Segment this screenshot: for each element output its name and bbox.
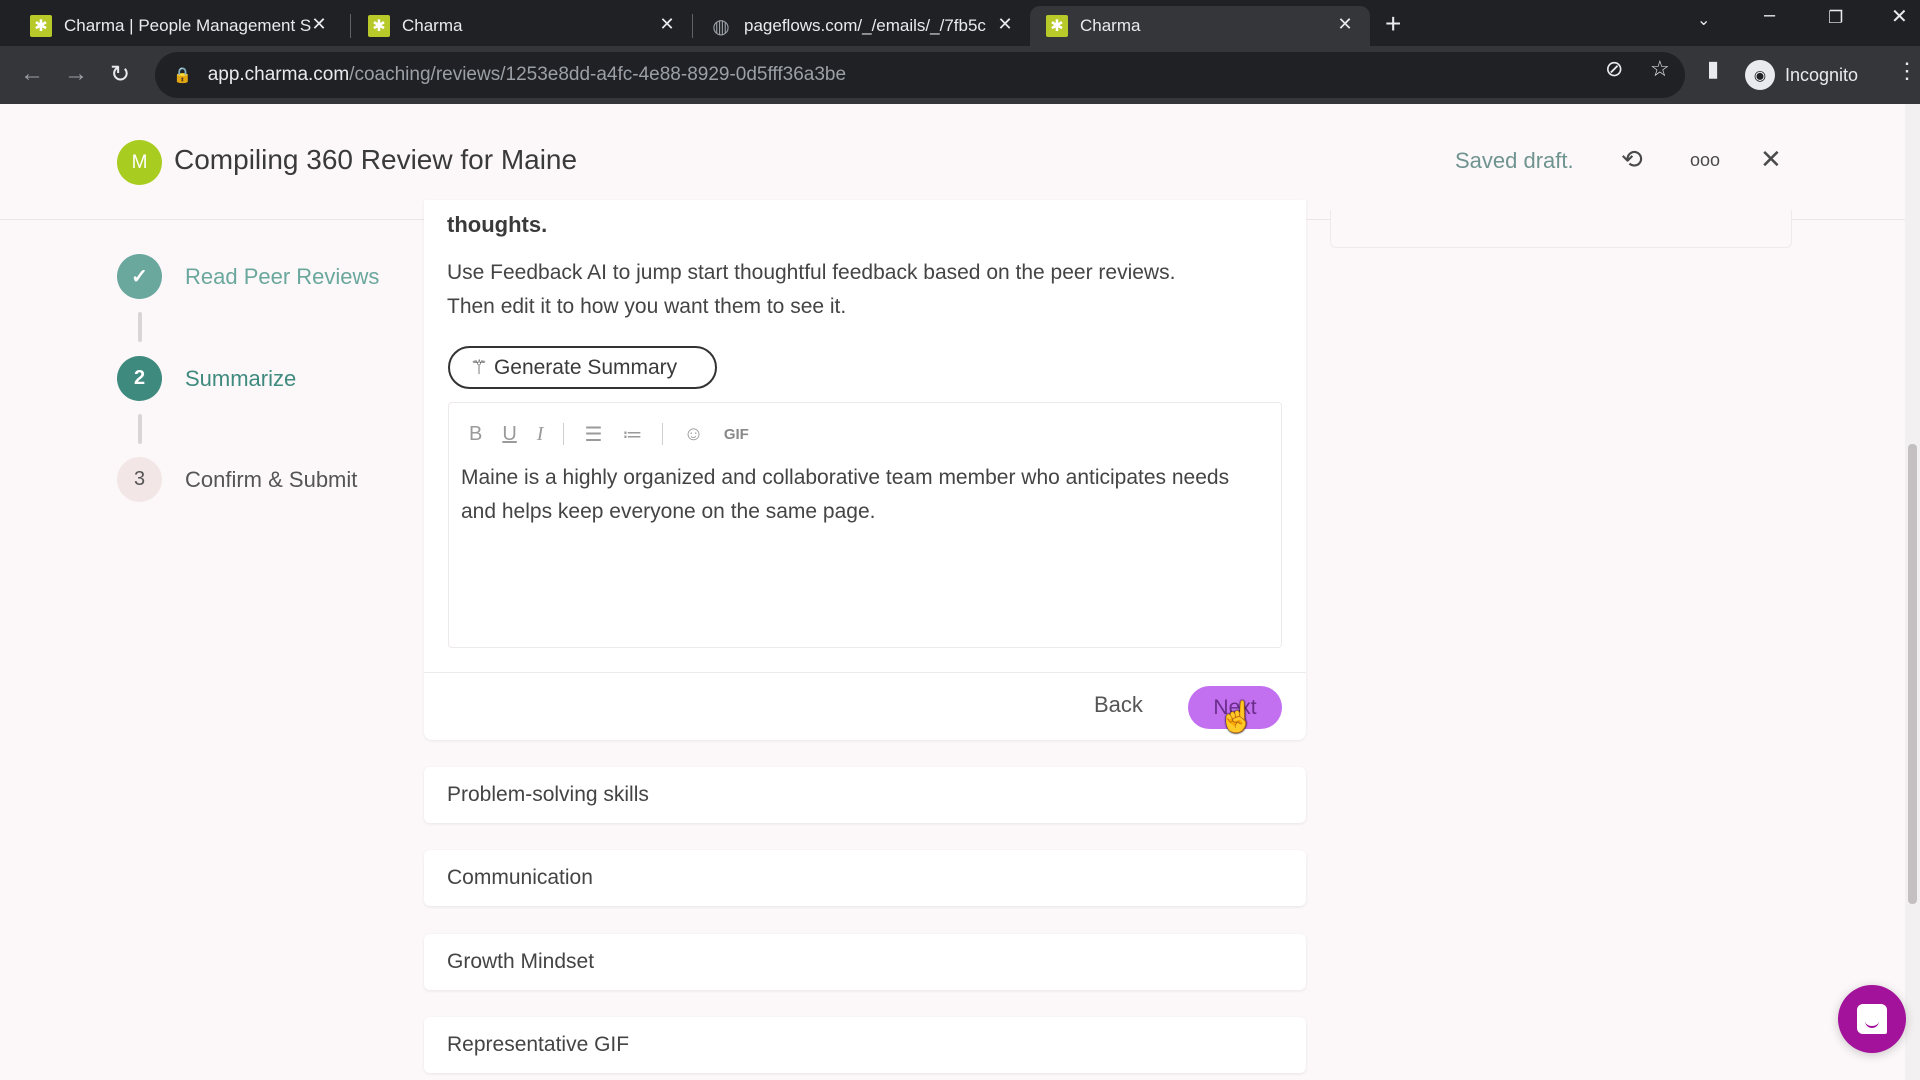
tab-divider (692, 14, 693, 38)
page-scrollbar[interactable] (1905, 104, 1920, 1080)
chat-launcher-button[interactable] (1838, 985, 1906, 1053)
step-label: Confirm & Submit (185, 466, 358, 492)
section-representative-gif[interactable]: Representative GIF (424, 1017, 1306, 1073)
check-icon: ✓ (117, 254, 162, 299)
browser-tab[interactable]: ✱ Charma | People Management S ✕ (14, 6, 344, 46)
toolbar-divider (563, 423, 565, 445)
charma-logo-icon: ✱ (1046, 15, 1068, 37)
instructions: Use Feedback AI to jump start thoughtful… (447, 256, 1267, 324)
close-tab-icon[interactable]: ✕ (308, 14, 330, 35)
history-icon[interactable]: ⟲ (1621, 144, 1643, 175)
generate-summary-label: Generate Summary (493, 355, 678, 379)
charma-logo-icon: ✱ (30, 15, 52, 37)
avatar: M (117, 140, 162, 185)
incognito-label: Incognito (1785, 64, 1859, 85)
close-tab-icon[interactable]: ✕ (994, 14, 1016, 35)
section-heading: thoughts. (447, 212, 548, 237)
back-arrow-icon[interactable]: ← (20, 60, 44, 88)
section-communication[interactable]: Communication (424, 850, 1306, 906)
reload-icon[interactable]: ↻ (110, 60, 130, 89)
close-tab-icon[interactable]: ✕ (1334, 14, 1356, 35)
incognito-badge[interactable]: ◉ Incognito (1745, 56, 1858, 94)
browser-menu-icon[interactable]: ⋮ (1896, 58, 1918, 84)
step-confirm-submit[interactable]: 3 Confirm & Submit (117, 457, 357, 502)
magic-wand-icon: ⚚ (470, 357, 488, 379)
tab-title: pageflows.com/_/emails/_/7fb5c (744, 16, 986, 35)
eye-off-icon[interactable]: ⊘ (1605, 56, 1623, 82)
step-summarize[interactable]: 2 Summarize (117, 356, 296, 401)
back-button[interactable]: Back (1094, 692, 1144, 718)
editor-toolbar: B U I ☰ ≔ ☺ GIF (469, 419, 769, 449)
bookmark-star-icon[interactable]: ☆ (1650, 56, 1670, 82)
new-tab-button[interactable]: + (1385, 8, 1401, 40)
chat-bubble-icon (1857, 1004, 1887, 1034)
underline-button[interactable]: U (502, 423, 516, 446)
close-tab-icon[interactable]: ✕ (656, 14, 678, 35)
forward-arrow-icon[interactable]: → (64, 60, 88, 88)
hand-cursor-icon: ☝ (1218, 701, 1256, 734)
step-label: Summarize (185, 365, 297, 391)
browser-tab-active[interactable]: ✱ Charma ✕ (1030, 6, 1370, 46)
step-connector (138, 312, 142, 342)
browser-tab[interactable]: ◍ pageflows.com/_/emails/_/7fb5c ✕ (694, 6, 1030, 46)
step-number: 2 (117, 356, 162, 401)
step-read-peer-reviews[interactable]: ✓ Read Peer Reviews (117, 254, 379, 299)
url-host: app.charma.com (207, 64, 350, 85)
editor-content[interactable]: Maine is a highly organized and collabor… (461, 461, 1261, 529)
summary-editor[interactable]: B U I ☰ ≔ ☺ GIF Maine is a highly organi… (448, 402, 1282, 648)
section-label: Problem-solving skills (447, 783, 649, 806)
save-status: Saved draft. (1455, 148, 1574, 173)
minimize-button[interactable]: – (1764, 4, 1775, 27)
tab-divider (350, 14, 351, 38)
section-growth-mindset[interactable]: Growth Mindset (424, 934, 1306, 990)
tab-title: Charma | People Management S (64, 16, 312, 35)
tab-search-icon[interactable]: ⌄ (1697, 10, 1710, 30)
url-path: /coaching/reviews/1253e8dd-a4fc-4e88-892… (349, 64, 847, 85)
side-panel-icon[interactable]: ▮ (1707, 56, 1719, 82)
globe-icon: ◍ (712, 15, 730, 38)
page-title: Compiling 360 Review for Maine (174, 144, 578, 175)
section-label: Growth Mindset (447, 950, 595, 973)
address-bar[interactable]: 🔒 app.charma.com/coaching/reviews/1253e8… (155, 52, 1685, 98)
generate-summary-button[interactable]: ⚚ Generate Summary (448, 346, 717, 389)
browser-tab[interactable]: ✱ Charma ✕ (352, 6, 692, 46)
bold-button[interactable]: B (469, 423, 482, 446)
side-card (1330, 210, 1792, 248)
tab-title: Charma (402, 16, 463, 35)
more-options-icon[interactable]: ooo (1690, 150, 1720, 171)
incognito-icon: ◉ (1745, 60, 1775, 90)
gif-button[interactable]: GIF (724, 426, 749, 443)
browser-tab-strip: ✱ Charma | People Management S ✕ ✱ Charm… (0, 0, 1920, 46)
italic-button[interactable]: I (537, 423, 544, 446)
section-label: Representative GIF (447, 1033, 630, 1056)
step-number: 3 (117, 457, 162, 502)
lock-icon: 🔒 (173, 67, 192, 84)
section-label: Communication (447, 866, 593, 889)
close-icon[interactable]: ✕ (1760, 144, 1782, 175)
browser-toolbar: ← → ↻ 🔒 app.charma.com/coaching/reviews/… (0, 46, 1920, 104)
section-problem-solving[interactable]: Problem-solving skills (424, 767, 1306, 823)
card-footer (424, 672, 1306, 740)
tab-title: Charma (1080, 16, 1141, 35)
step-connector (138, 414, 142, 444)
close-window-button[interactable]: ✕ (1891, 4, 1908, 29)
step-label: Read Peer Reviews (185, 263, 380, 289)
restore-button[interactable]: ❐ (1828, 8, 1843, 28)
scrollbar-thumb[interactable] (1908, 444, 1917, 904)
numbered-list-icon[interactable]: ≔ (622, 422, 642, 447)
emoji-icon[interactable]: ☺ (683, 423, 703, 446)
instructions-line: Then edit it to how you want them to see… (447, 295, 847, 318)
charma-logo-icon: ✱ (368, 15, 390, 37)
bullet-list-icon[interactable]: ☰ (584, 422, 602, 447)
instructions-line: Use Feedback AI to jump start thoughtful… (447, 261, 1176, 284)
toolbar-divider (662, 423, 664, 445)
